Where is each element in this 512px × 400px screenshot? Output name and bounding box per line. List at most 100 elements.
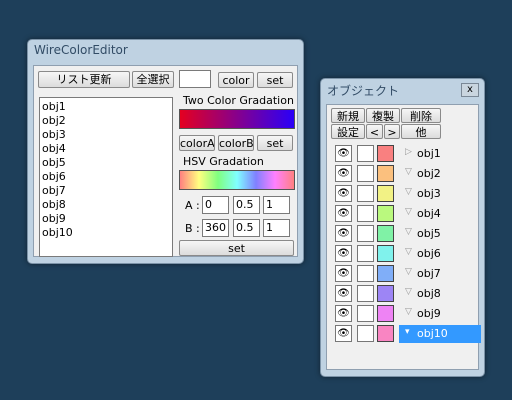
color-swatch[interactable]	[377, 305, 394, 322]
expand-triangle-icon[interactable]: ▽	[405, 307, 412, 317]
lock-checkbox[interactable]	[357, 285, 374, 302]
visibility-eye-icon[interactable]: 👁	[335, 205, 352, 222]
lock-checkbox[interactable]	[357, 205, 374, 222]
b-saturation-field[interactable]: 0.5	[233, 219, 260, 237]
visibility-eye-icon[interactable]: 👁	[335, 305, 352, 322]
list-item[interactable]: obj9	[40, 212, 172, 226]
visibility-eye-icon[interactable]: 👁	[335, 165, 352, 182]
expand-triangle-icon[interactable]: ▽	[405, 267, 412, 277]
color-swatch[interactable]	[377, 205, 394, 222]
object-row[interactable]: 👁 ▽ obj5	[333, 225, 481, 244]
delete-button[interactable]: 削除	[401, 108, 441, 123]
expand-triangle-icon[interactable]: ▽	[405, 247, 412, 257]
color-b-button[interactable]: colorB	[218, 135, 254, 151]
object-row[interactable]: 👁 ▽ obj9	[333, 305, 481, 324]
list-item[interactable]: obj10	[40, 226, 172, 240]
a-saturation-field[interactable]: 0.5	[233, 196, 260, 214]
lock-checkbox[interactable]	[357, 305, 374, 322]
color-swatch[interactable]	[377, 245, 394, 262]
color-preview	[179, 70, 211, 88]
visibility-eye-icon[interactable]: 👁	[335, 325, 352, 342]
object-row[interactable]: 👁 ▽ obj4	[333, 205, 481, 224]
duplicate-button[interactable]: 複製	[366, 108, 400, 123]
visibility-eye-icon[interactable]: 👁	[335, 145, 352, 162]
object-name: obj3	[417, 187, 441, 200]
settings-button[interactable]: 設定	[331, 124, 365, 139]
object-name: obj8	[417, 287, 441, 300]
new-button[interactable]: 新規	[331, 108, 365, 123]
expand-triangle-icon[interactable]: ▽	[405, 187, 412, 197]
object-row[interactable]: 👁 ▽ obj2	[333, 165, 481, 184]
set-hsv-button[interactable]: set	[179, 240, 294, 256]
color-swatch[interactable]	[377, 225, 394, 242]
set-two-color-button[interactable]: set	[257, 135, 293, 151]
two-color-gradient-bar	[179, 109, 295, 129]
object-name: obj4	[417, 207, 441, 220]
list-item[interactable]: obj2	[40, 114, 172, 128]
color-swatch[interactable]	[377, 165, 394, 182]
prev-button[interactable]: <	[366, 124, 383, 139]
list-item[interactable]: obj3	[40, 128, 172, 142]
list-item[interactable]: obj4	[40, 142, 172, 156]
list-item[interactable]: obj6	[40, 170, 172, 184]
list-item[interactable]: obj5	[40, 156, 172, 170]
list-item[interactable]: obj8	[40, 198, 172, 212]
object-row[interactable]: 👁 ▽ obj8	[333, 285, 481, 304]
lock-checkbox[interactable]	[357, 165, 374, 182]
a-value-field[interactable]: 1	[263, 196, 290, 214]
visibility-eye-icon[interactable]: 👁	[335, 185, 352, 202]
expand-triangle-icon[interactable]: ▷	[405, 147, 412, 157]
object-row[interactable]: 👁 ▾ obj10	[333, 325, 481, 344]
color-a-button[interactable]: colorA	[179, 135, 215, 151]
b-label: B :	[185, 222, 200, 235]
close-button[interactable]: x	[461, 83, 479, 97]
list-item[interactable]: obj7	[40, 184, 172, 198]
window-title: WireColorEditor	[34, 43, 128, 57]
hsv-gradient-bar	[179, 170, 295, 190]
lock-checkbox[interactable]	[357, 185, 374, 202]
expand-triangle-icon[interactable]: ▾	[405, 327, 410, 337]
set-color-button[interactable]: set	[257, 72, 293, 88]
object-row[interactable]: 👁 ▽ obj3	[333, 185, 481, 204]
a-hue-field[interactable]: 0	[202, 196, 229, 214]
object-row[interactable]: 👁 ▽ obj6	[333, 245, 481, 264]
editor-client: リスト更新 全選択 obj1 obj2 obj3 obj4 obj5 obj6 obj7 ob…	[33, 65, 298, 257]
b-hue-field[interactable]: 360	[202, 219, 229, 237]
lock-checkbox[interactable]	[357, 145, 374, 162]
lock-checkbox[interactable]	[357, 225, 374, 242]
color-swatch[interactable]	[377, 265, 394, 282]
object-panel-title: オブジェクト	[327, 84, 400, 98]
list-item[interactable]: obj1	[40, 100, 172, 114]
b-value-field[interactable]: 1	[263, 219, 290, 237]
lock-checkbox[interactable]	[357, 265, 374, 282]
object-name: obj9	[417, 307, 441, 320]
visibility-eye-icon[interactable]: 👁	[335, 245, 352, 262]
wire-color-editor-window: WireColorEditor リスト更新 全選択 obj1 obj2 obj3 ob…	[27, 39, 304, 264]
next-button[interactable]: >	[384, 124, 400, 139]
hsv-gradation-title: HSV Gradation	[183, 155, 264, 168]
expand-triangle-icon[interactable]: ▽	[405, 167, 412, 177]
visibility-eye-icon[interactable]: 👁	[335, 285, 352, 302]
lock-checkbox[interactable]	[357, 325, 374, 342]
visibility-eye-icon[interactable]: 👁	[335, 225, 352, 242]
select-all-button[interactable]: 全選択	[132, 71, 174, 88]
color-swatch[interactable]	[377, 325, 394, 342]
lock-checkbox[interactable]	[357, 245, 374, 262]
color-button[interactable]: color	[218, 72, 254, 88]
color-swatch[interactable]	[377, 285, 394, 302]
object-row[interactable]: 👁 ▽ obj7	[333, 265, 481, 284]
object-name: obj6	[417, 247, 441, 260]
two-color-gradation-title: Two Color Gradation	[183, 94, 294, 107]
object-name: obj7	[417, 267, 441, 280]
color-swatch[interactable]	[377, 145, 394, 162]
visibility-eye-icon[interactable]: 👁	[335, 265, 352, 282]
expand-triangle-icon[interactable]: ▽	[405, 287, 412, 297]
expand-triangle-icon[interactable]: ▽	[405, 207, 412, 217]
object-name: obj5	[417, 227, 441, 240]
other-button[interactable]: 他	[401, 124, 441, 139]
object-row[interactable]: 👁 ▷ obj1	[333, 145, 481, 164]
color-swatch[interactable]	[377, 185, 394, 202]
expand-triangle-icon[interactable]: ▽	[405, 227, 412, 237]
object-list[interactable]: obj1 obj2 obj3 obj4 obj5 obj6 obj7 obj8 obj9 obj1…	[39, 97, 173, 257]
refresh-list-button[interactable]: リスト更新	[38, 71, 130, 88]
